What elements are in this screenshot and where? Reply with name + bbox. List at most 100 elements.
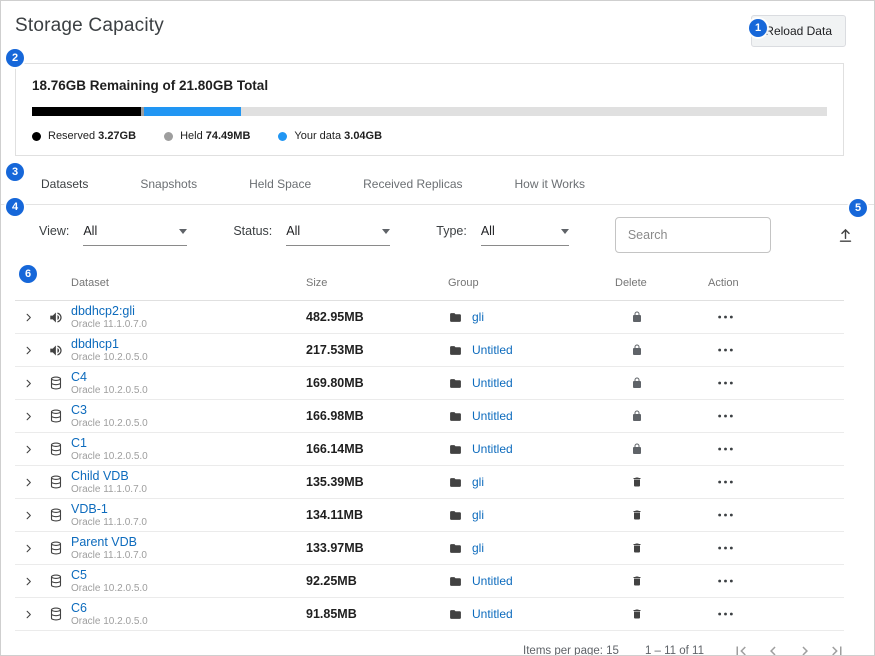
trash-icon[interactable]: [615, 574, 708, 588]
column-header-dataset: Dataset: [71, 277, 306, 289]
dataset-name-link[interactable]: Child VDB: [71, 469, 129, 483]
next-page-icon[interactable]: [794, 640, 816, 656]
column-header-group: Group: [448, 277, 615, 289]
items-per-page-value[interactable]: 15: [606, 645, 619, 656]
folder-icon: [448, 410, 463, 423]
lock-icon[interactable]: [615, 409, 708, 423]
status-filter-value: All: [286, 224, 300, 238]
export-icon[interactable]: [833, 223, 858, 248]
lock-icon[interactable]: [615, 310, 708, 324]
lock-icon[interactable]: [615, 442, 708, 456]
expand-row-chevron-icon[interactable]: [15, 312, 41, 323]
dataset-name-link[interactable]: C5: [71, 568, 87, 582]
group-link[interactable]: Untitled: [472, 442, 513, 456]
expand-row-chevron-icon[interactable]: [15, 576, 41, 587]
dataset-cell: Child VDBOracle 11.1.0.7.0: [71, 469, 306, 495]
pagination-bar: Items per page: 15 1 – 11 of 11: [1, 631, 874, 656]
dataset-name-link[interactable]: C6: [71, 601, 87, 615]
tabs: DatasetsSnapshotsHeld SpaceReceived Repl…: [1, 166, 874, 205]
group-link[interactable]: Untitled: [472, 376, 513, 390]
tab-how-it-works[interactable]: How it Works: [489, 166, 611, 204]
expand-row-chevron-icon[interactable]: [15, 477, 41, 488]
dataset-name-link[interactable]: C3: [71, 403, 87, 417]
pagination-range: 1 – 11 of 11: [645, 645, 704, 656]
chevron-down-icon: [561, 229, 569, 234]
table-row: Child VDBOracle 11.1.0.7.0135.39MBgli: [15, 466, 844, 499]
items-per-page-label: Items per page:: [523, 645, 603, 656]
expand-row-chevron-icon[interactable]: [15, 411, 41, 422]
first-page-icon[interactable]: [730, 640, 752, 656]
dataset-size: 166.98MB: [306, 409, 448, 423]
group-cell: Untitled: [448, 343, 615, 357]
dataset-name-link[interactable]: VDB-1: [71, 502, 108, 516]
dataset-subtitle: Oracle 10.2.0.5.0: [71, 616, 148, 627]
dataset-name-link[interactable]: C4: [71, 370, 87, 384]
row-actions-button[interactable]: [708, 381, 844, 385]
datasets-table: Dataset Size Group Delete Action dbdhcp2…: [15, 265, 844, 631]
group-link[interactable]: gli: [472, 541, 484, 555]
expand-row-chevron-icon[interactable]: [15, 378, 41, 389]
type-filter-select[interactable]: All: [481, 224, 569, 246]
group-link[interactable]: Untitled: [472, 574, 513, 588]
row-actions-button[interactable]: [708, 546, 844, 550]
row-actions-button[interactable]: [708, 348, 844, 352]
tab-received-replicas[interactable]: Received Replicas: [337, 166, 488, 204]
view-filter-select[interactable]: All: [83, 224, 187, 246]
group-link[interactable]: Untitled: [472, 343, 513, 357]
row-actions-button[interactable]: [708, 414, 844, 418]
expand-row-chevron-icon[interactable]: [15, 609, 41, 620]
status-filter-label: Status:: [233, 224, 272, 238]
trash-icon[interactable]: [615, 607, 708, 621]
group-link[interactable]: Untitled: [472, 409, 513, 423]
group-cell: Untitled: [448, 376, 615, 390]
search-input[interactable]: [615, 217, 771, 253]
row-actions-button[interactable]: [708, 315, 844, 319]
row-actions-button[interactable]: [708, 513, 844, 517]
group-link[interactable]: Untitled: [472, 607, 513, 621]
dataset-cell: dbdhcp1Oracle 10.2.0.5.0: [71, 337, 306, 363]
items-per-page: Items per page: 15: [523, 645, 619, 656]
type-filter: Type: All: [436, 224, 569, 246]
row-actions-button[interactable]: [708, 447, 844, 451]
vdb-icon: [41, 508, 71, 522]
expand-row-chevron-icon[interactable]: [15, 543, 41, 554]
lock-icon[interactable]: [615, 343, 708, 357]
trash-icon[interactable]: [615, 508, 708, 522]
group-cell: Untitled: [448, 574, 615, 588]
row-actions-button[interactable]: [708, 579, 844, 583]
callout-badge-1: 1: [749, 19, 767, 37]
status-filter-select[interactable]: All: [286, 224, 390, 246]
dataset-size: 482.95MB: [306, 310, 448, 324]
tab-snapshots[interactable]: Snapshots: [114, 166, 223, 204]
trash-icon[interactable]: [615, 541, 708, 555]
lock-icon[interactable]: [615, 376, 708, 390]
group-link[interactable]: gli: [472, 508, 484, 522]
last-page-icon[interactable]: [826, 640, 848, 656]
group-cell: gli: [448, 541, 615, 555]
vdb-icon: [41, 442, 71, 456]
expand-row-chevron-icon[interactable]: [15, 510, 41, 521]
expand-row-chevron-icon[interactable]: [15, 444, 41, 455]
group-link[interactable]: gli: [472, 475, 484, 489]
group-cell: gli: [448, 508, 615, 522]
expand-row-chevron-icon[interactable]: [15, 345, 41, 356]
table-row: Parent VDBOracle 11.1.0.7.0133.97MBgli: [15, 532, 844, 565]
tab-held-space[interactable]: Held Space: [223, 166, 337, 204]
row-actions-button[interactable]: [708, 480, 844, 484]
dataset-subtitle: Oracle 10.2.0.5.0: [71, 583, 148, 594]
dataset-cell: C3Oracle 10.2.0.5.0: [71, 403, 306, 429]
group-link[interactable]: gli: [472, 310, 484, 324]
dataset-name-link[interactable]: dbdhcp2:gli: [71, 304, 135, 318]
previous-page-icon[interactable]: [762, 640, 784, 656]
page-header: Storage Capacity Reload Data: [1, 1, 874, 47]
row-actions-button[interactable]: [708, 612, 844, 616]
table-row: C4Oracle 10.2.0.5.0169.80MBUntitled: [15, 367, 844, 400]
pager-controls: [730, 640, 848, 656]
callout-badge-2: 2: [6, 49, 24, 67]
dataset-name-link[interactable]: dbdhcp1: [71, 337, 119, 351]
dataset-name-link[interactable]: C1: [71, 436, 87, 450]
tab-datasets[interactable]: Datasets: [15, 166, 114, 204]
capacity-summary-card: 18.76GB Remaining of 21.80GB Total Reser…: [15, 63, 844, 156]
dataset-name-link[interactable]: Parent VDB: [71, 535, 137, 549]
trash-icon[interactable]: [615, 475, 708, 489]
